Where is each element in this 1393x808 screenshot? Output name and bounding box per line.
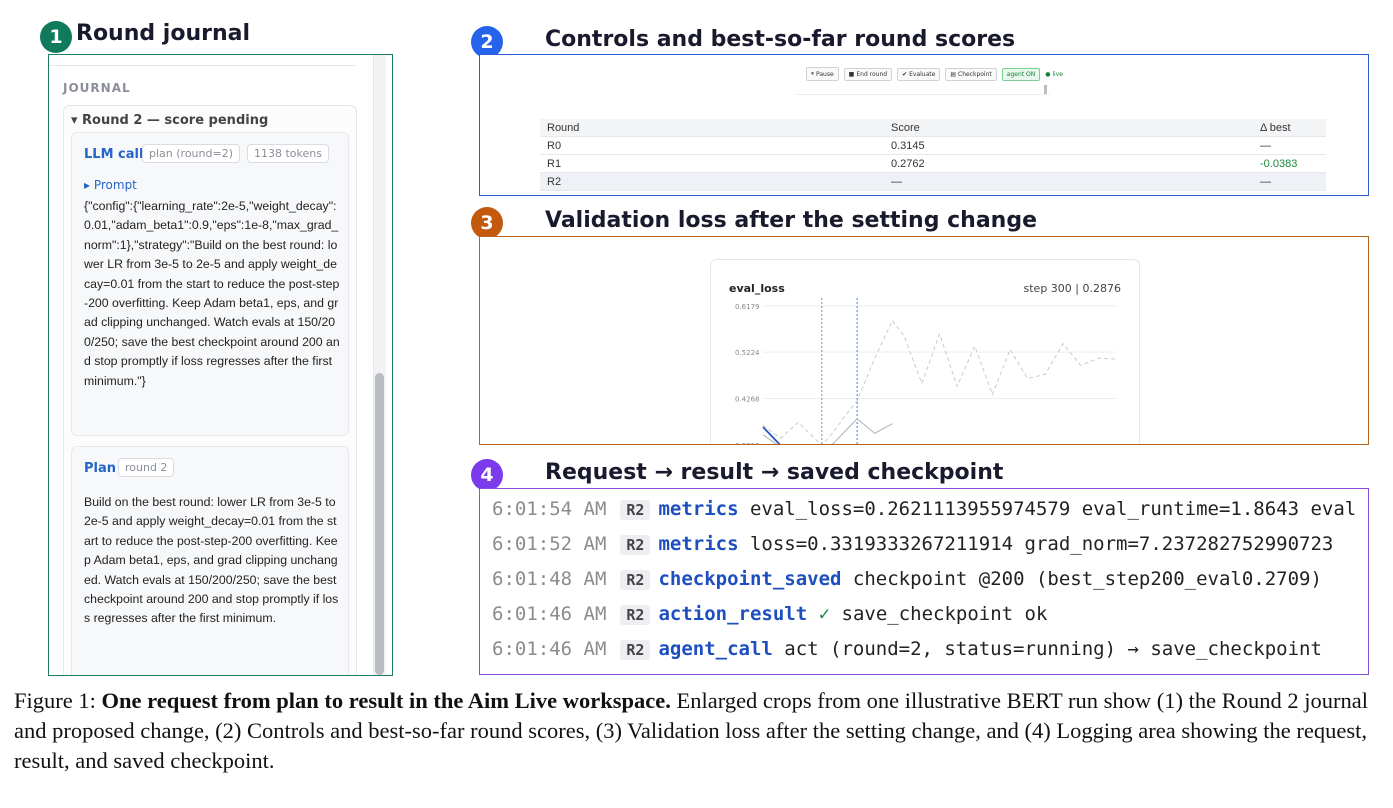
panel4-badge: 4 <box>471 459 503 491</box>
log-line: 6:01:48 AM R2 checkpoint_saved checkpoint … <box>492 568 1322 590</box>
log-round-tag: R2 <box>620 640 651 660</box>
log-time: 6:01:48 AM <box>492 568 607 590</box>
table-row[interactable]: R1 0.2762 -0.0383 <box>540 154 1326 173</box>
series-line-solid-gray <box>762 417 893 444</box>
toolbar-scroll-thumb[interactable] <box>1044 85 1047 94</box>
log-kind: checkpoint_saved <box>658 568 842 590</box>
log-kind: action_result <box>658 603 808 625</box>
cell-round: R0 <box>540 136 884 155</box>
journal-divider <box>49 65 356 66</box>
end-round-button[interactable]: ■ End round <box>843 67 893 81</box>
controls-panel: ⏸ Pause ■ End round ✔ Evaluate ▤ Checkpoint … <box>479 54 1369 196</box>
llm-call-card: LLM call plan (round=2) 1138 tokens ▸ Pr… <box>71 132 349 436</box>
cell-round: R1 <box>540 154 884 173</box>
pause-icon: ⏸ <box>811 70 815 77</box>
plan-text: Build on the best round: lower LR from 3… <box>84 495 339 626</box>
journal-label: JOURNAL <box>63 81 131 95</box>
prompt-toggle[interactable]: ▸ Prompt <box>84 178 137 192</box>
panel3-badge: 3 <box>471 207 503 239</box>
plan-round-pill: round 2 <box>118 458 175 477</box>
log-kind: metrics <box>658 498 739 520</box>
y-tick-label: 0.6179 <box>735 303 760 311</box>
panel3-title: Validation loss after the setting change <box>545 208 1038 233</box>
log-time: 6:01:54 AM <box>492 498 607 520</box>
log-message: save_checkpoint ok <box>830 603 1048 625</box>
toolbar-scroll-track <box>796 86 1050 95</box>
log-time: 6:01:46 AM <box>492 638 607 660</box>
round-scores-table: Round Score Δ best R0 0.3145 — R1 0.2762… <box>540 119 1326 191</box>
cell-delta: -0.0383 <box>1253 154 1326 173</box>
validation-loss-panel: eval_loss step 300 | 0.2876 0.6179 0.5224… <box>479 236 1369 445</box>
agent-toggle[interactable]: agent ON <box>1001 67 1041 81</box>
check-icon: ✓ <box>807 603 831 625</box>
eval-loss-chart-card: eval_loss step 300 | 0.2876 0.6179 0.5224… <box>710 259 1140 445</box>
log-panel: 6:01:54 AM R2 metrics eval_loss=0.26211139… <box>479 488 1369 675</box>
stop-icon: ■ <box>848 70 855 78</box>
token-count-pill: 1138 tokens <box>247 144 329 163</box>
log-message: act (round=2, status=running) → save_che… <box>772 638 1322 660</box>
plan-card: Plan round 2 Build on the best round: lo… <box>71 446 349 675</box>
log-round-tag: R2 <box>620 570 651 590</box>
cell-delta: — <box>1253 172 1326 191</box>
figure-caption: Figure 1: One request from plan to resul… <box>14 686 1384 776</box>
journal-scroll-thumb[interactable] <box>375 373 384 675</box>
cell-delta: — <box>1253 136 1326 155</box>
series-line-dashed-light <box>762 319 1117 444</box>
eval-loss-chart: 0.6179 0.5224 0.4268 0.3313 <box>735 298 1117 445</box>
column-header-delta: Δ best <box>1253 119 1326 137</box>
round-2-entry: ▾ Round 2 — score pending LLM call plan … <box>63 105 357 675</box>
check-icon: ✔ <box>902 70 908 78</box>
log-message: eval_loss=0.2621113955974579 eval_runtim… <box>738 498 1357 520</box>
cell-score: 0.3145 <box>884 136 1253 155</box>
log-time: 6:01:52 AM <box>492 533 607 555</box>
panel2-title: Controls and best-so-far round scores <box>545 27 1016 52</box>
prompt-text: {"config":{"learning_rate":2e-5,"weight_… <box>84 199 340 388</box>
log-message: loss=0.3319333267211914 grad_norm=7.2372… <box>738 533 1334 555</box>
log-round-tag: R2 <box>620 605 651 625</box>
llm-call-title: LLM call <box>84 147 144 162</box>
plan-title: Plan <box>84 461 117 476</box>
controls-toolbar: ⏸ Pause ■ End round ✔ Evaluate ▤ Checkpoint … <box>806 67 1063 81</box>
evaluate-button[interactable]: ✔ Evaluate <box>897 67 941 81</box>
column-header-score: Score <box>884 119 1253 137</box>
checkpoint-button[interactable]: ▤ Checkpoint <box>945 67 997 81</box>
y-tick-label: 0.3313 <box>735 442 760 445</box>
plan-round-pill: plan (round=2) <box>142 144 240 163</box>
panel1-title: Round journal <box>76 21 251 46</box>
log-line: 6:01:52 AM R2 metrics loss=0.3319333267211… <box>492 533 1333 555</box>
caption-prefix: Figure 1: <box>14 688 102 713</box>
round-journal-panel: JOURNAL ▾ Round 2 — score pending LLM ca… <box>48 54 393 676</box>
panel4-title: Request → result → saved checkpoint <box>545 460 1004 485</box>
log-line: 6:01:54 AM R2 metrics eval_loss=0.26211139… <box>492 498 1356 520</box>
save-icon: ▤ <box>950 70 956 78</box>
cell-score: 0.2762 <box>884 154 1253 173</box>
live-indicator: ● live <box>1045 70 1063 78</box>
cell-score: — <box>884 172 1253 191</box>
log-time: 6:01:46 AM <box>492 603 607 625</box>
pause-button[interactable]: ⏸ Pause <box>806 67 839 81</box>
log-line: 6:01:46 AM R2 action_result ✓ save_checkpo… <box>492 603 1047 625</box>
caption-bold: One request from plan to result in the A… <box>101 688 671 713</box>
table-row[interactable]: R0 0.3145 — <box>540 136 1326 155</box>
cell-round: R2 <box>540 172 884 191</box>
log-round-tag: R2 <box>620 500 651 520</box>
panel1-badge: 1 <box>40 21 72 53</box>
log-line: 6:01:46 AM R2 agent_call act (round=2, sta… <box>492 638 1322 660</box>
table-row[interactable]: R2 — — <box>540 172 1326 191</box>
y-tick-label: 0.4268 <box>735 396 760 404</box>
log-kind: metrics <box>658 533 739 555</box>
column-header-round: Round <box>540 119 884 137</box>
y-tick-label: 0.5224 <box>735 349 760 357</box>
log-kind: agent_call <box>658 638 773 660</box>
log-message: checkpoint @200 (best_step200_eval0.2709… <box>841 568 1322 590</box>
log-round-tag: R2 <box>620 535 651 555</box>
table-header-row: Round Score Δ best <box>540 119 1326 137</box>
round-2-header[interactable]: ▾ Round 2 — score pending <box>71 113 268 128</box>
